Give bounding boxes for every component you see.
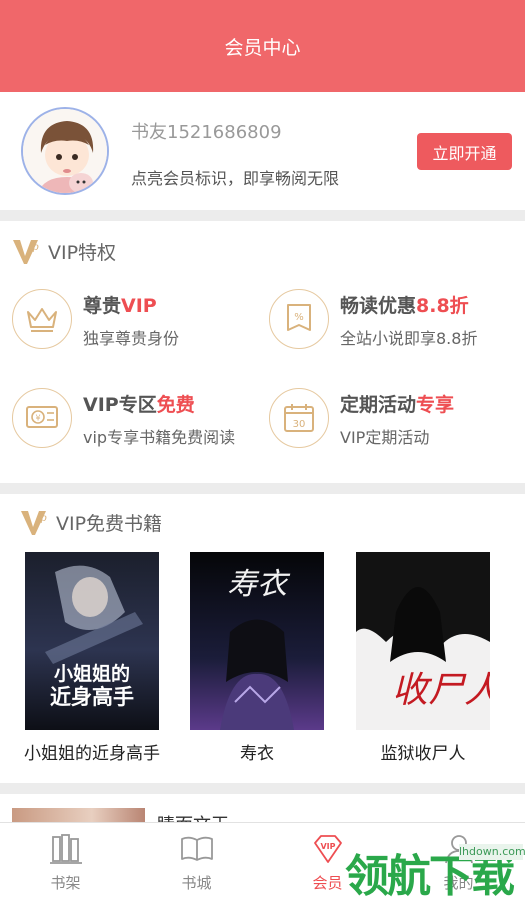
vip-diamond-icon: VIP [313,835,342,863]
tab-label: 书城 [181,874,212,892]
book-title[interactable]: 监狱收尸人 [343,739,503,764]
book-title[interactable]: 寿衣 [177,739,337,764]
tab-bookshelf[interactable]: 书架 [0,823,131,899]
tab-member[interactable]: VIP 会员 [262,823,393,899]
avatar[interactable] [21,107,109,195]
privilege-desc: vip专享书籍免费阅读 [83,428,236,447]
book-title[interactable]: 小姐姐的近身高手 [12,739,172,764]
book-item[interactable]: 小姐姐的 近身高手 小姐姐的近身高手 [12,552,172,764]
book-cover[interactable]: 小姐姐的 近身高手 [25,552,159,730]
svg-text:收尸人: 收尸人 [392,670,490,711]
section-title: VIP特权 [48,241,117,264]
open-vip-button[interactable]: 立即开通 [417,133,512,170]
tab-bookstore[interactable]: 书城 [131,823,262,899]
book-item[interactable]: 寿衣 寿衣 [177,552,337,764]
header-bar: 会员中心 [0,0,525,92]
vip-free-books-header: ip VIP免费书籍 [20,508,162,536]
tab-label: 会员 [312,874,343,892]
vip-privileges-section: ip VIP特权 尊贵VIP 独享尊贵身份 % 畅读优惠8.8折 全站小说即享8… [0,221,525,483]
recommend-teaser[interactable]: 睛而文王 [0,794,525,824]
bookshelf-icon [49,834,82,864]
bottom-tab-bar: 书架 书城 VIP 会员 我的 [0,822,525,899]
tab-mine[interactable]: 我的 [393,823,524,899]
svg-text:ip: ip [29,242,39,253]
crown-icon [12,289,72,349]
section-title: VIP免费书籍 [56,512,163,535]
privilege-item-free-zone[interactable]: ¥ VIP专区免费 vip专享书籍免费阅读 [12,388,262,458]
coupon-icon: ¥ [12,388,72,448]
privilege-item-noble[interactable]: 尊贵VIP 独享尊贵身份 [12,289,262,359]
privilege-title: VIP专区免费 [83,394,195,416]
svg-text:¥: ¥ [35,414,40,423]
privilege-item-discount[interactable]: % 畅读优惠8.8折 全站小说即享8.8折 [269,289,519,359]
page-title: 会员中心 [224,36,301,59]
tab-label: 书架 [50,874,81,892]
profile-card: 书友1521686809 点亮会员标识，即享畅阅无限 立即开通 [0,92,525,210]
tab-label: 我的 [443,874,474,892]
vip-privileges-header: ip VIP特权 [12,237,116,265]
vip-free-books-section: ip VIP免费书籍 小姐姐的 近身高手 小姐姐的近身高手 寿衣 寿衣 收尸人 … [0,494,525,783]
member-center-page: 会员中心 书友1521686809 点亮会员标识，即享畅阅无限 立即开通 ip … [0,0,525,899]
calendar-number: 30 [293,419,306,430]
privilege-title: 尊贵VIP [83,295,157,317]
svg-text:寿衣: 寿衣 [227,567,291,602]
svg-text:近身高手: 近身高手 [50,685,134,709]
privilege-title: 畅读优惠8.8折 [340,295,469,317]
book-cover[interactable]: 寿衣 [190,552,324,730]
privilege-item-activities[interactable]: 30 定期活动专享 VIP定期活动 [269,388,519,458]
member-tagline: 点亮会员标识，即享畅阅无限 [131,169,340,188]
svg-text:ip: ip [37,513,47,524]
book-item[interactable]: 收尸人 监狱收尸人 [343,552,503,764]
calendar-icon: 30 [269,388,329,448]
vip-logo-icon: ip [21,511,47,535]
privilege-desc: 全站小说即享8.8折 [340,329,478,348]
vip-logo-icon: ip [13,240,39,264]
privilege-title: 定期活动专享 [340,394,455,416]
open-book-icon [180,836,213,861]
discount-tag-icon: % [269,289,329,349]
privilege-desc: 独享尊贵身份 [83,329,180,348]
svg-text:VIP: VIP [320,842,335,851]
book-cover[interactable]: 收尸人 [356,552,490,730]
svg-text:小姐姐的: 小姐姐的 [54,662,130,685]
user-nickname: 书友1521686809 [131,122,282,143]
user-icon [444,835,473,864]
svg-text:%: % [294,312,304,323]
privilege-desc: VIP定期活动 [340,428,430,447]
